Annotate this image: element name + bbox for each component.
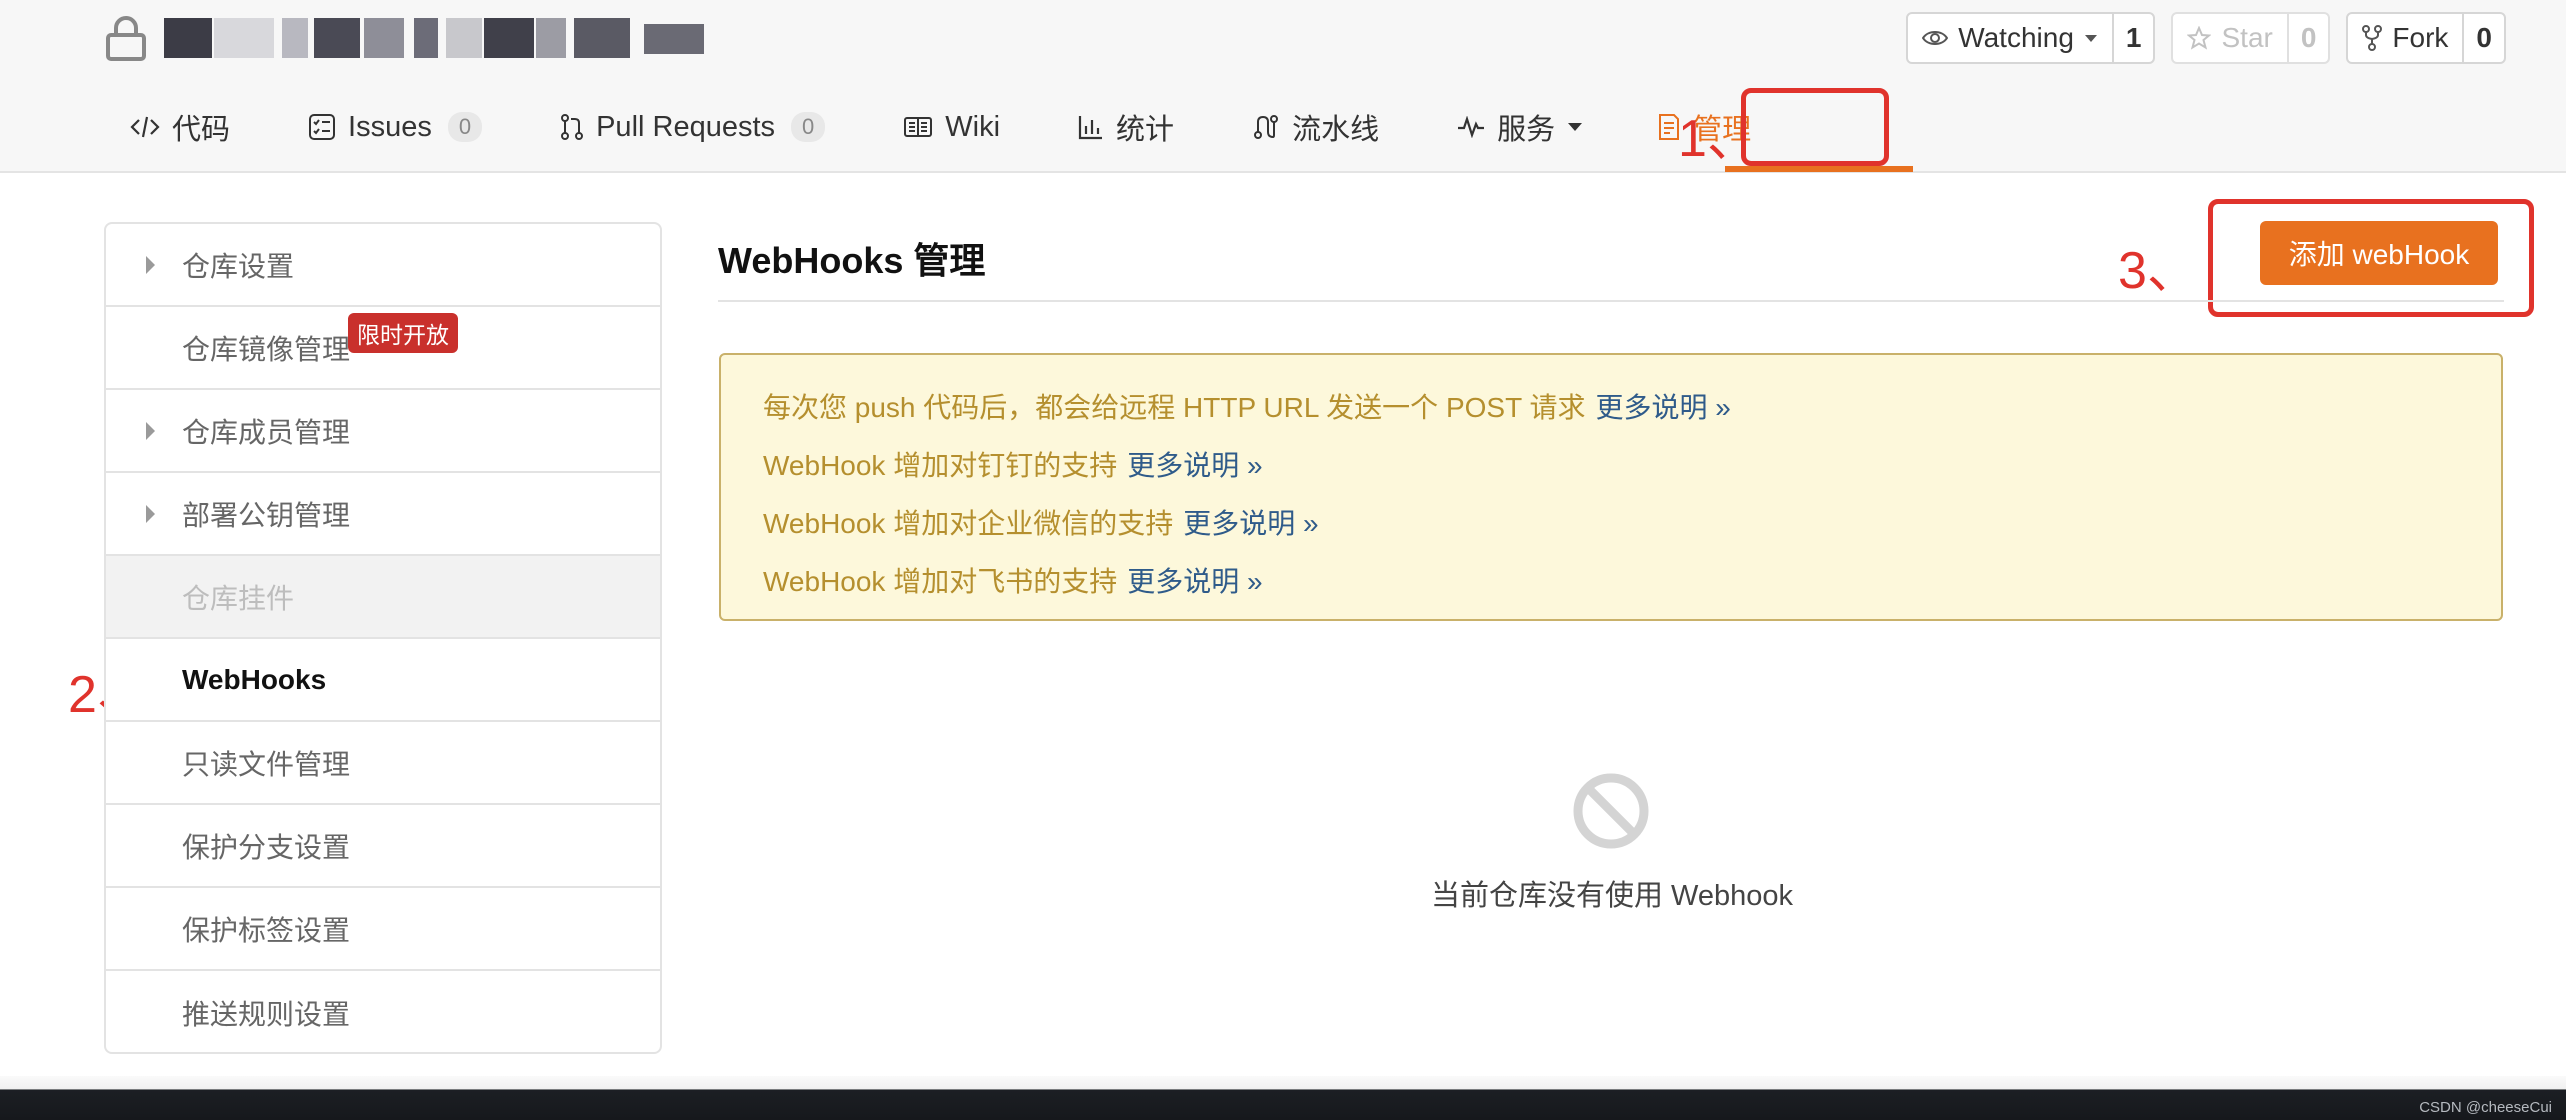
tab-label: Wiki (945, 110, 1001, 143)
tab-pipeline[interactable]: 流水线 (1252, 95, 1379, 159)
sidebar-item-protected-tags[interactable]: 保护标签设置 (106, 888, 660, 971)
pipeline-icon (1254, 115, 1279, 139)
star-button[interactable]: Star 0 (2171, 12, 2331, 64)
caret-right-icon (146, 421, 155, 440)
sidebar-item-label: 仓库挂件 (182, 582, 295, 614)
more-info-link[interactable]: 更多说明 » (1127, 444, 1262, 484)
sidebar-item-label: 推送规则设置 (182, 998, 351, 1030)
caret-right-icon (146, 255, 155, 274)
notice-line: WebHook 增加对钉钉的支持 更多说明 » (763, 435, 2501, 493)
sidebar-item-members[interactable]: 仓库成员管理 (106, 390, 660, 473)
notice-text: 每次您 push 代码后，都会给远程 HTTP URL 发送一个 POST 请求 (763, 392, 1586, 423)
tab-code[interactable]: 代码 (130, 95, 230, 159)
sidebar-item-label: 只读文件管理 (182, 748, 351, 780)
notice-text: WebHook 增加对钉钉的支持 (763, 450, 1118, 481)
notice-text: WebHook 增加对企业微信的支持 (763, 508, 1174, 539)
more-info-link[interactable]: 更多说明 » (1127, 560, 1262, 600)
sidebar-item-deploy-keys[interactable]: 部署公钥管理 (106, 473, 660, 556)
tab-label: 流水线 (1292, 114, 1380, 146)
notice-line: WebHook 增加对企业微信的支持 更多说明 » (763, 493, 2501, 551)
chevron-down-icon (2084, 35, 2097, 42)
issues-icon (309, 114, 336, 140)
wiki-icon (904, 117, 933, 137)
fork-count[interactable]: 0 (2464, 14, 2504, 62)
fork-icon (2362, 25, 2383, 51)
page-title: WebHooks 管理 (718, 240, 986, 281)
stats-icon (1078, 116, 1103, 140)
repo-name-redacted[interactable] (164, 18, 724, 58)
pulse-icon (1458, 116, 1485, 138)
fork-button[interactable]: Fork 0 (2346, 12, 2506, 64)
star-label: Star (2221, 22, 2273, 53)
tab-label: 代码 (172, 114, 231, 146)
sidebar-item-label: 保护分支设置 (182, 831, 351, 863)
sidebar-item-readonly-files[interactable]: 只读文件管理 (106, 722, 660, 805)
chevron-down-icon (1568, 123, 1583, 131)
pr-count-badge: 0 (791, 112, 826, 142)
sidebar-item-webhooks[interactable]: WebHooks (106, 639, 660, 722)
fork-label: Fork (2392, 22, 2449, 53)
notice-line: WebHook 增加对飞书的支持 更多说明 » (763, 551, 2501, 609)
add-webhook-button[interactable]: 添加 webHook (2260, 221, 2498, 285)
lock-icon (106, 16, 146, 61)
more-info-link[interactable]: 更多说明 » (1183, 502, 1318, 542)
watch-count[interactable]: 1 (2114, 14, 2154, 62)
tab-label: 统计 (1116, 114, 1175, 146)
tab-issues[interactable]: Issues 0 (308, 95, 483, 159)
title-divider (718, 300, 2504, 302)
watermark: CSDN @cheeseCui (2419, 1099, 2552, 1116)
annotation-number-3: 3、 (2118, 242, 2199, 300)
webhook-info-notice: 每次您 push 代码后，都会给远程 HTTP URL 发送一个 POST 请求… (719, 353, 2503, 621)
repo-actions: Watching 1 Star 0 Fork 0 (1906, 12, 2506, 64)
repo-header: Watching 1 Star 0 Fork 0 代码 Issues 0 Pul… (0, 0, 2566, 173)
no-entry-icon (1573, 773, 1649, 849)
more-info-link[interactable]: 更多说明 » (1595, 386, 1730, 426)
bottom-taskbar: CSDN @cheeseCui (0, 1076, 2566, 1120)
eye-icon (1922, 31, 1949, 45)
repo-title (104, 12, 724, 64)
sidebar-item-push-rules[interactable]: 推送规则设置 (106, 971, 660, 1052)
sidebar-item-label: 部署公钥管理 (182, 499, 351, 531)
star-count[interactable]: 0 (2289, 14, 2329, 62)
sidebar-item-label: 仓库成员管理 (182, 416, 351, 448)
limited-open-badge: 限时开放 (348, 313, 458, 353)
star-icon (2187, 26, 2212, 50)
empty-state-text: 当前仓库没有使用 Webhook (1430, 880, 1794, 912)
notice-line: 每次您 push 代码后，都会给远程 HTTP URL 发送一个 POST 请求… (763, 377, 2501, 435)
notice-text: WebHook 增加对飞书的支持 (763, 566, 1118, 597)
sidebar-item-protected-branches[interactable]: 保护分支设置 (106, 805, 660, 888)
annotation-box-manage-tab (1741, 88, 1889, 166)
tab-pull-requests[interactable]: Pull Requests 0 (560, 95, 826, 159)
watch-button[interactable]: Watching 1 (1906, 12, 2156, 64)
sidebar-item-label: 仓库设置 (182, 250, 295, 282)
issues-count-badge: 0 (447, 112, 483, 142)
sidebar-item-repo-settings[interactable]: 仓库设置 (106, 224, 660, 307)
caret-right-icon (146, 504, 155, 523)
tab-wiki[interactable]: Wiki (903, 95, 1000, 159)
sidebar-item-label: 保护标签设置 (182, 914, 351, 946)
settings-sidebar: 仓库设置 仓库镜像管理 限时开放 仓库成员管理 部署公钥管理 仓库挂件 WebH… (104, 222, 662, 1054)
sidebar-item-widgets: 仓库挂件 (106, 556, 660, 639)
tab-stats[interactable]: 统计 (1078, 95, 1174, 159)
repo-tabs: 代码 Issues 0 Pull Requests 0 Wiki 统计 流水线 … (130, 95, 1829, 173)
tab-label: 服务 (1497, 114, 1556, 146)
sidebar-item-repo-mirror[interactable]: 仓库镜像管理 限时开放 (106, 307, 660, 390)
watch-label: Watching (1958, 22, 2074, 53)
sidebar-item-label: 仓库镜像管理 (182, 333, 351, 365)
sidebar-item-label: WebHooks (182, 663, 327, 695)
tab-label: Pull Requests (596, 110, 776, 143)
code-icon (130, 116, 160, 138)
tab-label: Issues (348, 110, 432, 143)
tab-services[interactable]: 服务 (1457, 95, 1583, 159)
pull-request-icon (561, 114, 584, 140)
